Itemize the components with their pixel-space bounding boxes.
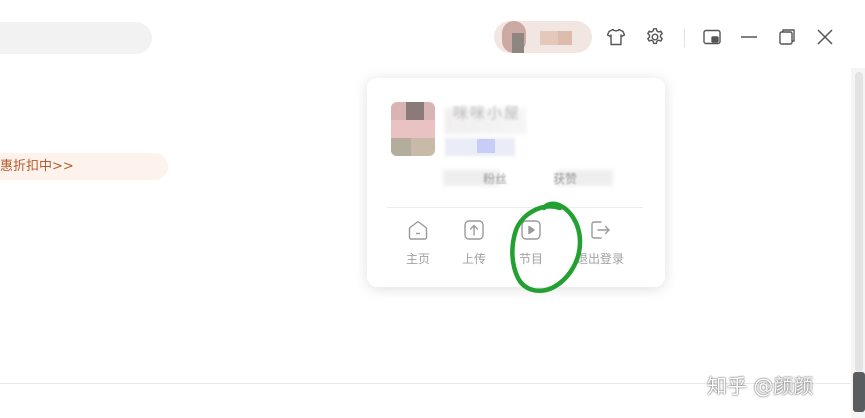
menu-item-logout[interactable]: 退出登录 — [567, 218, 633, 276]
minimize-icon[interactable] — [738, 26, 760, 48]
watermark: 知乎 @颜颜 — [707, 374, 814, 398]
promo-banner[interactable]: 惠折扣中>> — [0, 153, 168, 180]
menu-item-programs[interactable]: 节目 — [503, 218, 559, 276]
gear-icon[interactable] — [644, 26, 666, 48]
close-icon[interactable] — [814, 26, 836, 48]
stat-fans[interactable]: 粉丝 — [483, 170, 507, 187]
stat-likes[interactable]: 获赞 — [553, 170, 577, 187]
search-input[interactable] — [0, 22, 152, 54]
logout-icon — [591, 221, 610, 239]
maximize-icon[interactable] — [776, 26, 798, 48]
toolbar-separator — [684, 29, 685, 47]
user-badge — [477, 139, 495, 153]
divider — [387, 207, 643, 208]
user-menu-popover: 咪咪小屋 粉丝 获赞 主页 上传 节目 退出登录 — [367, 78, 665, 287]
scroll-corner — [853, 372, 865, 412]
home-icon — [408, 220, 428, 240]
tshirt-icon[interactable] — [605, 26, 627, 48]
user-name[interactable]: 咪咪小屋 — [453, 102, 521, 123]
menu-item-home[interactable]: 主页 — [390, 218, 446, 276]
menu-item-label: 退出登录 — [575, 252, 624, 266]
scrollbar-thumb[interactable] — [855, 72, 863, 372]
menu-item-label: 主页 — [405, 252, 430, 266]
menu-item-label: 节目 — [518, 252, 543, 266]
menu-item-upload[interactable]: 上传 — [446, 218, 502, 276]
avatar[interactable] — [494, 21, 592, 53]
upload-icon — [464, 220, 484, 240]
mini-window-icon[interactable] — [701, 26, 723, 48]
menu-item-label: 上传 — [461, 252, 486, 266]
popover-avatar[interactable] — [391, 102, 435, 156]
play-icon — [521, 220, 541, 240]
